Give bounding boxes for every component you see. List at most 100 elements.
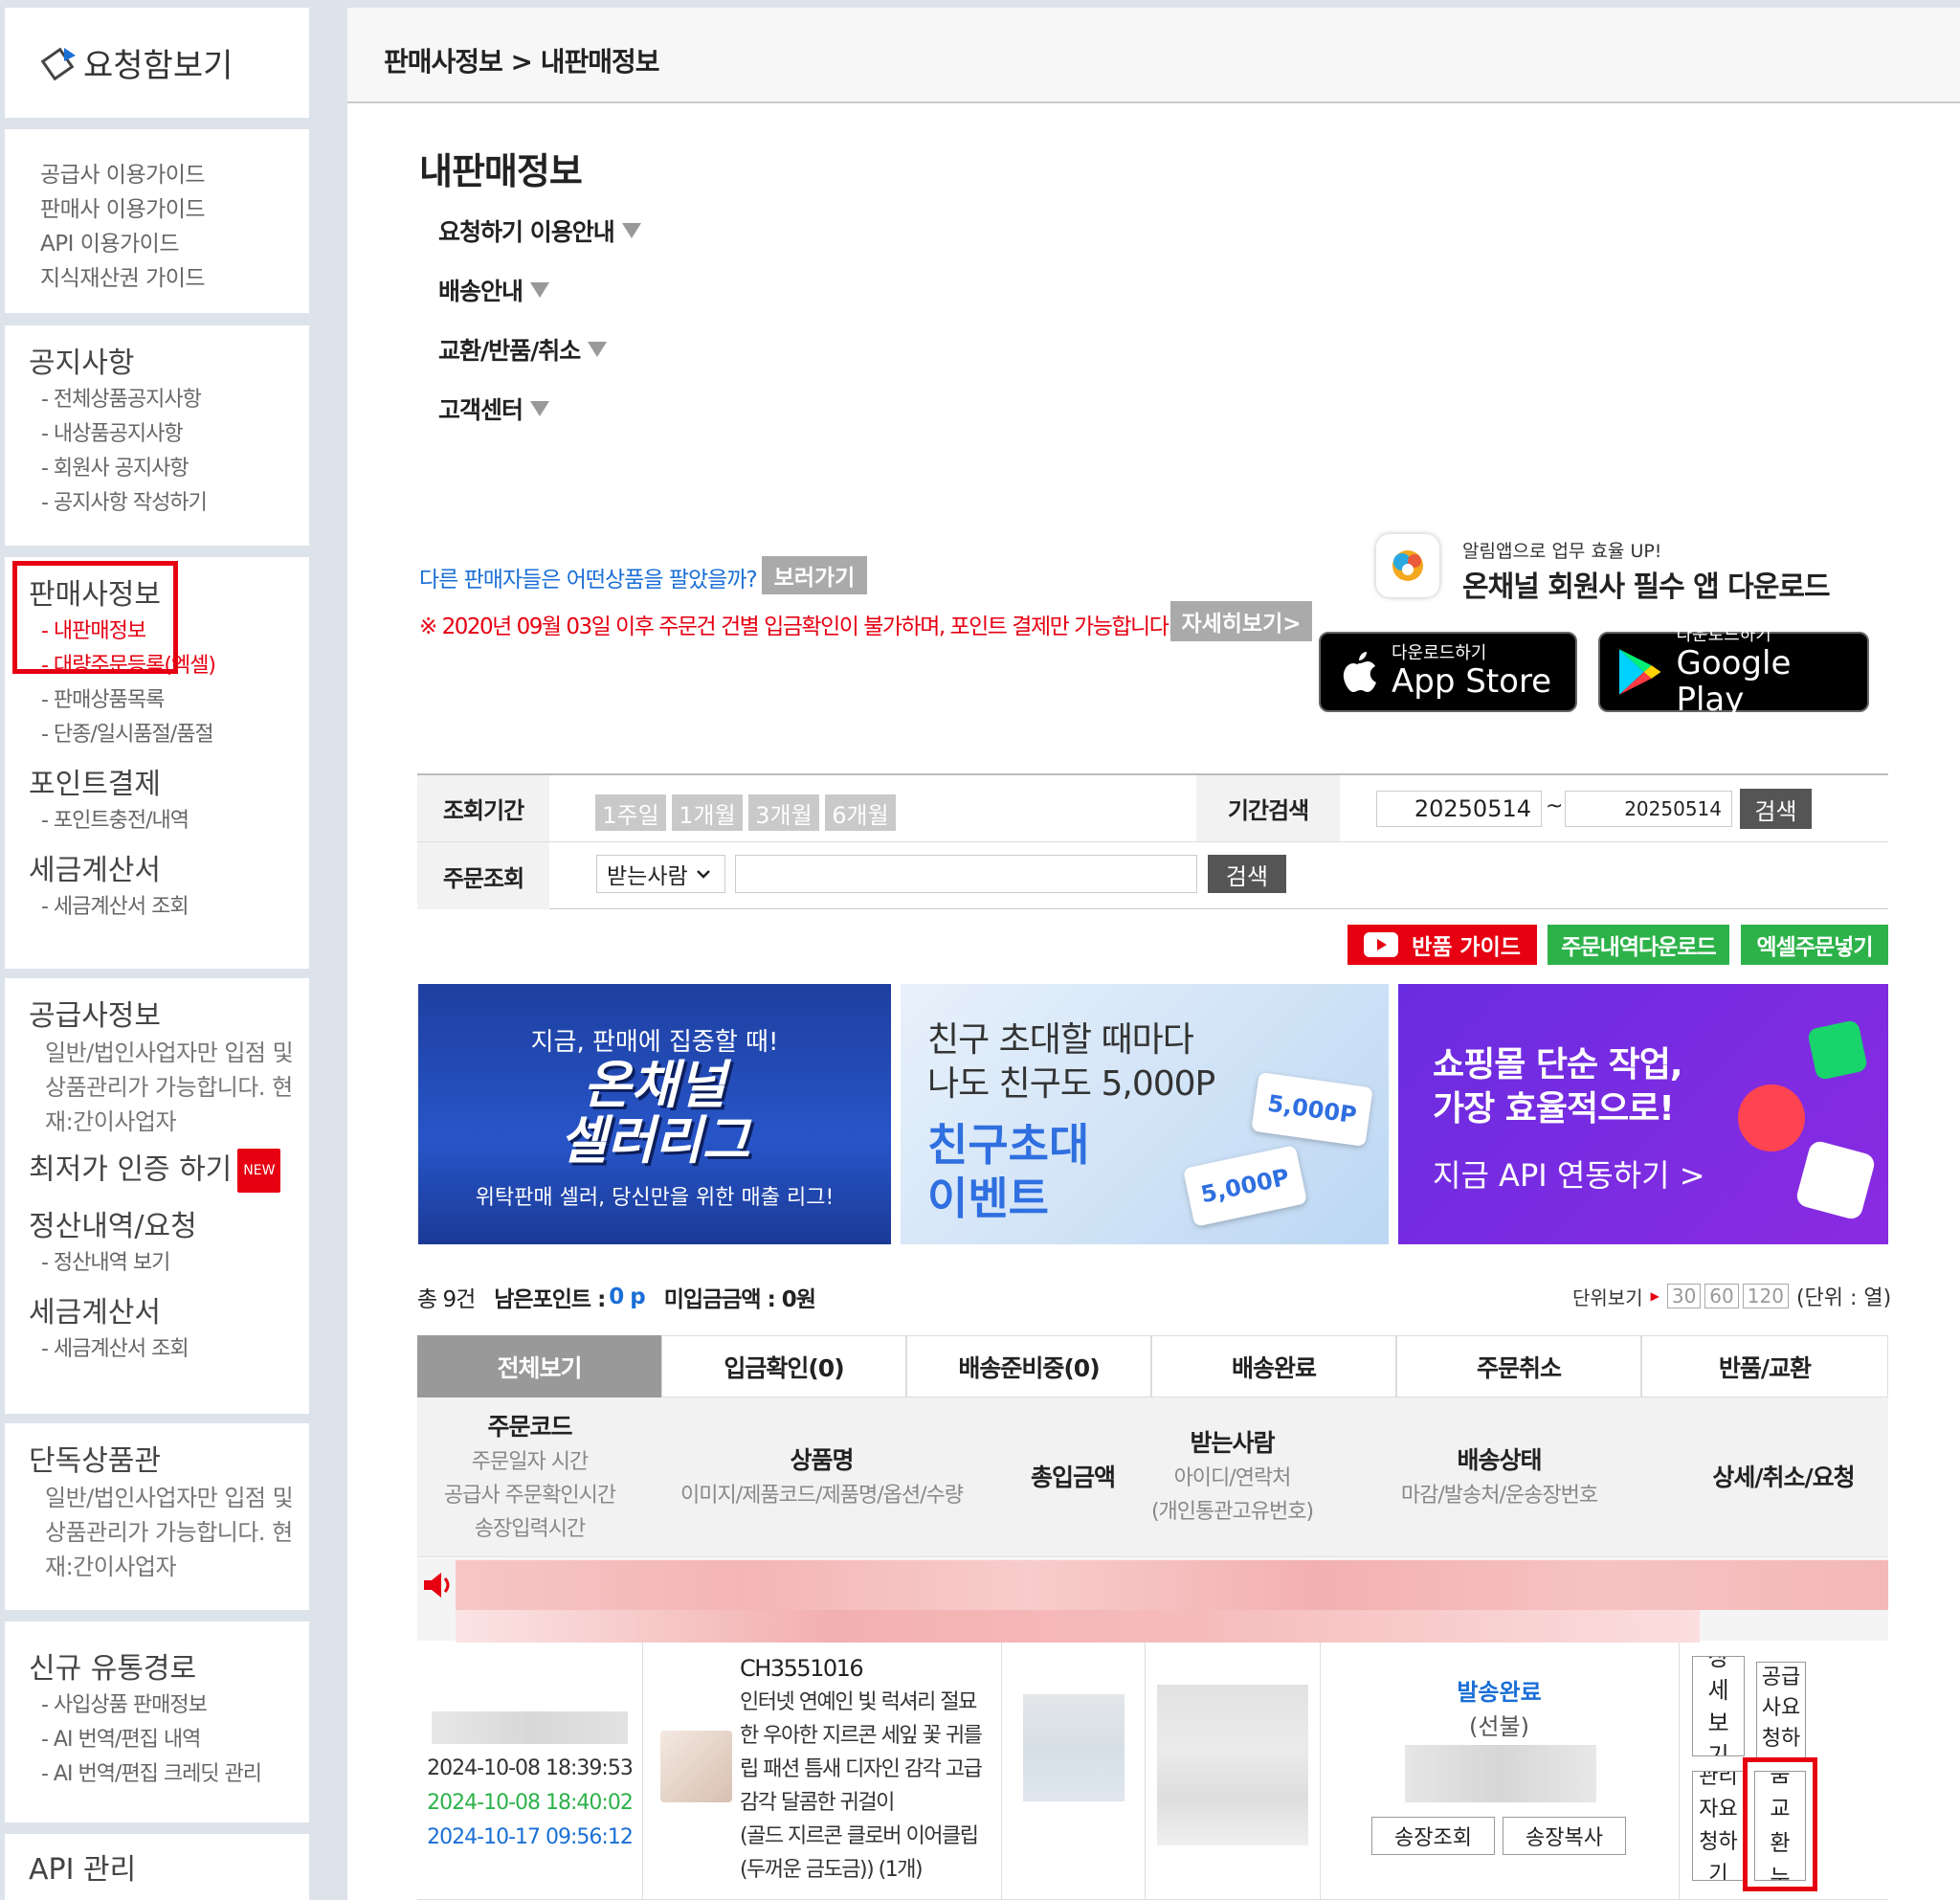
guide-api[interactable]: API 이용가이드	[5, 227, 309, 261]
sidebar-item-soldout[interactable]: - 단종/일시품절/품절	[29, 718, 309, 752]
remain-value: 0 p	[609, 1285, 645, 1309]
appstore-button[interactable]: 다운로드하기 App Store	[1319, 632, 1577, 712]
unit-120[interactable]: 120	[1742, 1284, 1789, 1308]
period-3month[interactable]: 3개월	[748, 794, 819, 831]
col-divider	[1145, 1643, 1146, 1900]
banner1-bottom: 위탁판매 셀러, 당신만을 위한 매출 리그!	[475, 1186, 835, 1210]
admin-request-button[interactable]: 관리자요청하기	[1692, 1771, 1745, 1881]
speaker-icon	[424, 1573, 450, 1598]
banner2-coupon: 5,000P	[1265, 1089, 1359, 1129]
googleplay-big: Google Play	[1676, 644, 1792, 719]
triangle-down-icon	[621, 223, 641, 238]
accordion-guide[interactable]: 요청하기 이용안내	[438, 213, 641, 248]
api-title[interactable]: API 관리	[29, 1851, 309, 1889]
tab-all[interactable]: 전체보기	[417, 1335, 661, 1397]
period-6month[interactable]: 6개월	[825, 794, 896, 831]
tax-title[interactable]: 세금계산서	[29, 852, 309, 890]
channel-section: 신규 유통경로 - 사입상품 판매정보 - AI 번역/편집 내역 - AI 번…	[5, 1621, 309, 1822]
receiver-select[interactable]: 받는사람	[596, 855, 725, 893]
sidebar-item-ai-history[interactable]: - AI 번역/편집 내역	[29, 1723, 309, 1757]
accordion-cs[interactable]: 고객센터	[438, 391, 550, 426]
notice-title[interactable]: 공지사항	[29, 345, 309, 383]
accordion-delivery[interactable]: 배송안내	[438, 273, 550, 307]
notice-item-member[interactable]: - 회원사 공지사항	[29, 452, 309, 486]
unpaid-amount: 미입금금액 : 0원	[663, 1287, 816, 1312]
lowest-price-link[interactable]: 최저가 인증 하기 NEW	[29, 1149, 309, 1193]
excel-order-button[interactable]: 엑셀주문넣기	[1741, 925, 1888, 965]
point-title[interactable]: 포인트결제	[29, 766, 309, 804]
supplier-desc: 일반/법인사업자만 입점 및 상품관리가 가능합니다. 현재:간이사업자	[45, 1039, 294, 1135]
promo-question[interactable]: 다른 판매자들은 어떤상품을 팔았을까?	[419, 561, 758, 593]
tax2-title[interactable]: 세금계산서	[29, 1294, 309, 1332]
date-to-input[interactable]: 20250514	[1565, 791, 1732, 827]
return-guide-label: 반품 가이드	[1412, 935, 1521, 960]
sidebar-item-tax[interactable]: - 세금계산서 조회	[29, 890, 309, 925]
supplier-title[interactable]: 공급사정보	[29, 997, 309, 1036]
guide-supplier[interactable]: 공급사 이용가이드	[5, 158, 309, 192]
order-search-input[interactable]	[735, 855, 1197, 893]
banner-api[interactable]: 쇼핑몰 단순 작업, 가장 효율적으로! 지금 API 연동하기 >	[1398, 984, 1888, 1244]
view-button[interactable]: 보러가기	[762, 556, 867, 594]
banner2-line2: 나도 친구도 5,000P	[927, 1064, 1215, 1104]
accordion-exchange[interactable]: 교환/반품/취소	[438, 332, 608, 367]
tab-cancel[interactable]: 주문취소	[1396, 1335, 1641, 1397]
sidebar-item-point[interactable]: - 포인트충전/내역	[29, 804, 309, 838]
sidebar-item-products[interactable]: - 판매상품목록	[29, 683, 309, 718]
banner1-top: 지금, 판매에 집중할 때!	[530, 1028, 779, 1057]
col-divider	[642, 1643, 643, 1900]
notice-section: 공지사항 - 전체상품공지사항 - 내상품공지사항 - 회원사 공지사항 - 공…	[5, 325, 309, 546]
period-1month[interactable]: 1개월	[672, 794, 743, 831]
period-1week[interactable]: 1주일	[595, 794, 666, 831]
th-order-line: 공급사 주문확인시간	[443, 1484, 616, 1508]
tab-preparing[interactable]: 배송준비중(0)	[906, 1335, 1151, 1397]
triangle-down-icon	[530, 401, 550, 416]
download-button[interactable]: 주문내역다운로드	[1548, 925, 1729, 965]
sidebar-item-tax2[interactable]: - 세금계산서 조회	[29, 1332, 309, 1367]
exclusive-title[interactable]: 단독상품관	[29, 1442, 309, 1481]
app-title: 온채널 회원사 필수 앱 다운로드	[1462, 570, 1831, 604]
tab-delivered[interactable]: 배송완료	[1151, 1335, 1396, 1397]
accordion-label: 고객센터	[438, 396, 523, 424]
guide-ip[interactable]: 지식재산권 가이드	[5, 261, 309, 296]
banner-invite[interactable]: 친구 초대할 때마다 나도 친구도 5,000P 친구초대 이벤트 5,000P 5…	[901, 984, 1389, 1244]
ship-type: (선불)	[1469, 1713, 1529, 1740]
supplier-request-button[interactable]: 공급사요청하기	[1756, 1662, 1806, 1759]
supplier-section: 공급사정보 일반/법인사업자만 입점 및 상품관리가 가능합니다. 현재:간이사…	[5, 978, 309, 1414]
copy-invoice-button[interactable]: 송장복사	[1503, 1817, 1626, 1855]
guide-seller[interactable]: 판매사 이용가이드	[5, 192, 309, 227]
date-from-input[interactable]: 20250514	[1376, 791, 1542, 827]
detail-button[interactable]: 자세히보기>	[1170, 601, 1312, 641]
product-image[interactable]	[660, 1731, 732, 1802]
range-label: 기간검색	[1196, 775, 1340, 841]
detail-view-button[interactable]: 상세보기	[1692, 1656, 1745, 1756]
notice-item-all[interactable]: - 전체상품공지사항	[29, 383, 309, 417]
tab-paid[interactable]: 입금확인(0)	[661, 1335, 906, 1397]
appstore-big: App Store	[1392, 662, 1552, 701]
logo-box[interactable]: 요청함보기	[5, 8, 309, 118]
notice-item-write[interactable]: - 공지사항 작성하기	[29, 486, 309, 521]
tab-return[interactable]: 반품/교환	[1641, 1335, 1888, 1397]
banner-seller-league[interactable]: 지금, 판매에 집중할 때! 온채널 셀러리그 위탁판매 셀러, 당신만을 위한…	[418, 984, 891, 1244]
order-code-blurred	[432, 1711, 628, 1744]
main-content: 판매사정보 > 내판매정보 내판매정보 요청하기 이용안내 배송안내 교환/반품…	[347, 8, 1960, 1900]
triangle-down-icon	[588, 342, 608, 357]
sidebar-item-settle[interactable]: - 정산내역 보기	[29, 1246, 309, 1281]
settle-title[interactable]: 정산내역/요청	[29, 1208, 309, 1246]
googleplay-button[interactable]: 다운로드하기 Google Play	[1598, 626, 1869, 718]
product-code[interactable]: CH3551016	[740, 1652, 993, 1686]
banner3-line1: 쇼핑몰 단순 작업,	[1433, 1045, 1683, 1084]
track-button[interactable]: 송장조회	[1371, 1817, 1495, 1855]
unit-30[interactable]: 30	[1666, 1284, 1702, 1308]
date-search-button[interactable]: 검색	[1740, 789, 1812, 829]
exclusive-section: 단독상품관 일반/법인사업자만 입점 및 상품관리가 가능합니다. 현재:간이사…	[5, 1423, 309, 1610]
notice-item-mine[interactable]: - 내상품공지사항	[29, 417, 309, 452]
channel-title[interactable]: 신규 유통경로	[29, 1650, 309, 1688]
return-guide-button[interactable]: 반품 가이드	[1348, 925, 1537, 965]
product-name[interactable]: 인터넷 연예인 빛 럭셔리 절묘한 우아한 지르콘 세잎 꽃 귀를 립 패션 틈…	[740, 1686, 993, 1820]
order-label: 주문조회	[417, 842, 549, 909]
order-search-button[interactable]: 검색	[1208, 855, 1286, 893]
sidebar-item-purchase[interactable]: - 사입상품 판매정보	[29, 1688, 309, 1723]
unit-60[interactable]: 60	[1704, 1284, 1739, 1308]
product-option: (골드 지르콘 클로버 이어클립(두꺼운 금도금)) (1개)	[740, 1824, 979, 1882]
sidebar-item-ai-credit[interactable]: - AI 번역/편집 크레딧 관리	[29, 1757, 309, 1792]
